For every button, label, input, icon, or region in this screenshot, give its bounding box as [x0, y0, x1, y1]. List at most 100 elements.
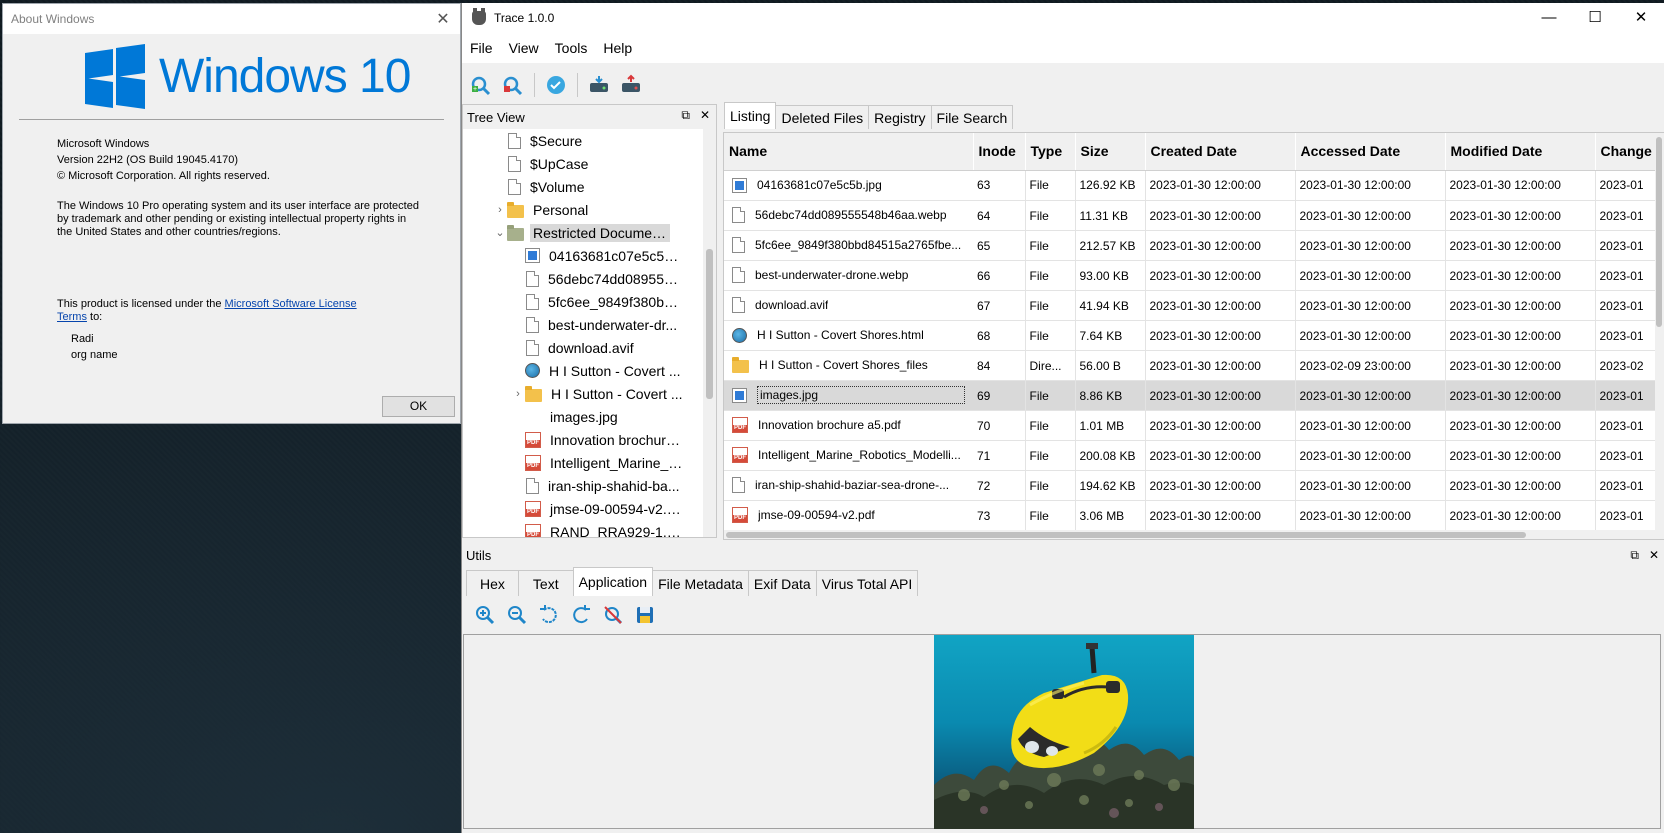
col-name[interactable]: Name: [724, 133, 974, 171]
reset-view-icon[interactable]: [602, 604, 624, 626]
about-close-icon[interactable]: ✕: [426, 9, 460, 29]
listing-vertical-scrollbar[interactable]: [1655, 133, 1664, 539]
rotate-left-icon[interactable]: [538, 604, 560, 626]
file-name: images.jpg: [757, 386, 965, 404]
tab-file-search[interactable]: File Search: [930, 105, 1014, 129]
undock-icon[interactable]: ⧉: [681, 108, 690, 123]
table-row[interactable]: 5fc6ee_9849f380bbd84515a2765fbe... 65 File…: [724, 230, 1664, 261]
expand-arrow-icon[interactable]: ›: [493, 204, 507, 216]
tree-item[interactable]: 04163681c07e5c5b.j...: [463, 244, 703, 267]
tree-item[interactable]: $UpCase: [463, 152, 703, 175]
tree-item[interactable]: images.jpg: [463, 405, 703, 428]
rotate-right-icon[interactable]: [570, 604, 592, 626]
table-row[interactable]: H I Sutton - Covert Shores_files 84 Dire..…: [724, 350, 1664, 381]
table-row[interactable]: Intelligent_Marine_Robotics_Modelli... 71…: [724, 440, 1664, 471]
col-size[interactable]: Size: [1075, 133, 1146, 171]
cell-size: 194.62 KB: [1075, 470, 1146, 501]
table-row[interactable]: best-underwater-drone.webp 66 File 93.00 KB…: [724, 260, 1664, 291]
table-row[interactable]: download.avif 67 File 41.94 KB 2023-01-30 12…: [724, 290, 1664, 321]
tree-item[interactable]: best-underwater-dr...: [463, 313, 703, 336]
table-row[interactable]: 04163681c07e5c5b.jpg 63 File 126.92 KB 2023-…: [724, 170, 1664, 201]
maximize-icon[interactable]: ☐: [1572, 3, 1618, 33]
tab-virus-total-api[interactable]: Virus Total API: [815, 570, 919, 596]
tab-listing[interactable]: Listing: [724, 102, 777, 129]
minimize-icon[interactable]: —: [1526, 3, 1572, 33]
remove-evidence-icon[interactable]: [502, 74, 524, 96]
tree-item[interactable]: download.avif: [463, 336, 703, 359]
tab-file-metadata[interactable]: File Metadata: [652, 570, 749, 596]
ok-button[interactable]: OK: [382, 396, 455, 417]
menu-file[interactable]: File: [462, 40, 501, 56]
cell-size: 56.00 B: [1075, 350, 1146, 381]
table-row[interactable]: H I Sutton - Covert Shores.html 68 File 7.6…: [724, 320, 1664, 351]
add-evidence-icon[interactable]: +: [470, 74, 492, 96]
cell-size: 41.94 KB: [1075, 290, 1146, 321]
tab-registry[interactable]: Registry: [868, 105, 932, 129]
cell-modified: 2023-01-30 12:00:00: [1445, 380, 1596, 411]
undock-icon[interactable]: ⧉: [1630, 548, 1639, 563]
windows-logo: Windows 10: [85, 43, 411, 110]
cell-inode: 70: [973, 410, 1026, 441]
table-row[interactable]: Innovation brochure a5.pdf70File1.01 MB2…: [724, 410, 1664, 441]
unmount-disk-icon[interactable]: [620, 74, 642, 96]
tree-item[interactable]: › Personal: [463, 198, 703, 221]
tree-item[interactable]: › H I Sutton - Covert ...: [463, 382, 703, 405]
zoom-out-icon[interactable]: [506, 604, 528, 626]
listing-horizontal-scrollbar[interactable]: [724, 530, 1664, 539]
tree-item[interactable]: Intelligent_Marine_R...: [463, 451, 703, 474]
col-inode[interactable]: Inode: [973, 133, 1026, 171]
col-modified[interactable]: Modified Date: [1445, 133, 1596, 171]
close-panel-icon[interactable]: ✕: [1649, 548, 1659, 563]
table-row[interactable]: iran-ship-shahid-baziar-sea-drone-... 72 F…: [724, 470, 1664, 501]
close-icon[interactable]: ✕: [1618, 3, 1664, 33]
cell-modified: 2023-01-30 12:00:00: [1445, 260, 1596, 291]
tree-item[interactable]: $Volume: [463, 175, 703, 198]
col-created[interactable]: Created Date: [1145, 133, 1296, 171]
menu-help[interactable]: Help: [595, 40, 640, 56]
verify-icon[interactable]: [545, 74, 567, 96]
menu-tools[interactable]: Tools: [547, 40, 596, 56]
file-name: 5fc6ee_9849f380bbd84515a2765fbe...: [755, 238, 962, 252]
cell-size: 8.86 KB: [1075, 380, 1146, 411]
tree-item[interactable]: iran-ship-shahid-ba...: [463, 474, 703, 497]
cell-type: Dire...: [1025, 350, 1076, 381]
tab-text[interactable]: Text: [517, 570, 574, 596]
file-icon: [732, 297, 745, 313]
windows-logo-text: Windows 10: [159, 49, 411, 103]
save-icon[interactable]: [634, 604, 656, 626]
tree-item[interactable]: ⌄ Restricted Documents: [463, 221, 703, 244]
toolbar-separator: [577, 73, 578, 97]
close-panel-icon[interactable]: ✕: [700, 108, 710, 123]
col-type[interactable]: Type: [1025, 133, 1076, 171]
tab-hex[interactable]: Hex: [466, 570, 519, 596]
col-accessed[interactable]: Accessed Date: [1295, 133, 1446, 171]
collapse-arrow-icon[interactable]: ⌄: [493, 226, 507, 239]
mount-disk-icon[interactable]: [588, 74, 610, 96]
tree-item[interactable]: H I Sutton - Covert ...: [463, 359, 703, 382]
tree-item[interactable]: $Secure: [463, 129, 703, 152]
tree-item-label: Innovation brochure...: [550, 431, 686, 448]
cell-changed: 2023-01: [1595, 500, 1664, 531]
tree-item-label: $UpCase: [530, 155, 589, 172]
app-title: Trace 1.0.0: [494, 11, 555, 25]
tree-scrollbar[interactable]: [703, 129, 716, 537]
menu-view[interactable]: View: [501, 40, 547, 56]
table-row[interactable]: jmse-09-00594-v2.pdf73File3.06 MB2023-01…: [724, 500, 1664, 531]
tree-item[interactable]: Innovation brochure...: [463, 428, 703, 451]
tree-item[interactable]: RAND_RRA929-1.pdf: [463, 520, 703, 537]
file-icon: [526, 293, 539, 310]
cell-name: Intelligent_Marine_Robotics_Modelli...: [724, 441, 973, 471]
tree-item[interactable]: jmse-09-00594-v2.p...: [463, 497, 703, 520]
cell-type: File: [1025, 320, 1076, 351]
file-listing-table: Name Inode Type Size Created Date Access…: [723, 132, 1664, 540]
tab-application[interactable]: Application: [572, 567, 654, 596]
zoom-in-icon[interactable]: [474, 604, 496, 626]
table-row[interactable]: 56debc74dd089555548b46aa.webp 64 File 11.31…: [724, 200, 1664, 231]
tab-deleted-files[interactable]: Deleted Files: [775, 105, 870, 129]
col-changed[interactable]: Change: [1595, 133, 1664, 171]
expand-arrow-icon[interactable]: ›: [511, 388, 525, 400]
tree-item[interactable]: 56debc74dd089555...: [463, 267, 703, 290]
tab-exif-data[interactable]: Exif Data: [747, 570, 817, 596]
table-row[interactable]: images.jpg 69 File 8.86 KB 2023-01-30 12:00:…: [724, 380, 1664, 411]
tree-item[interactable]: 5fc6ee_9849f380bb...: [463, 290, 703, 313]
